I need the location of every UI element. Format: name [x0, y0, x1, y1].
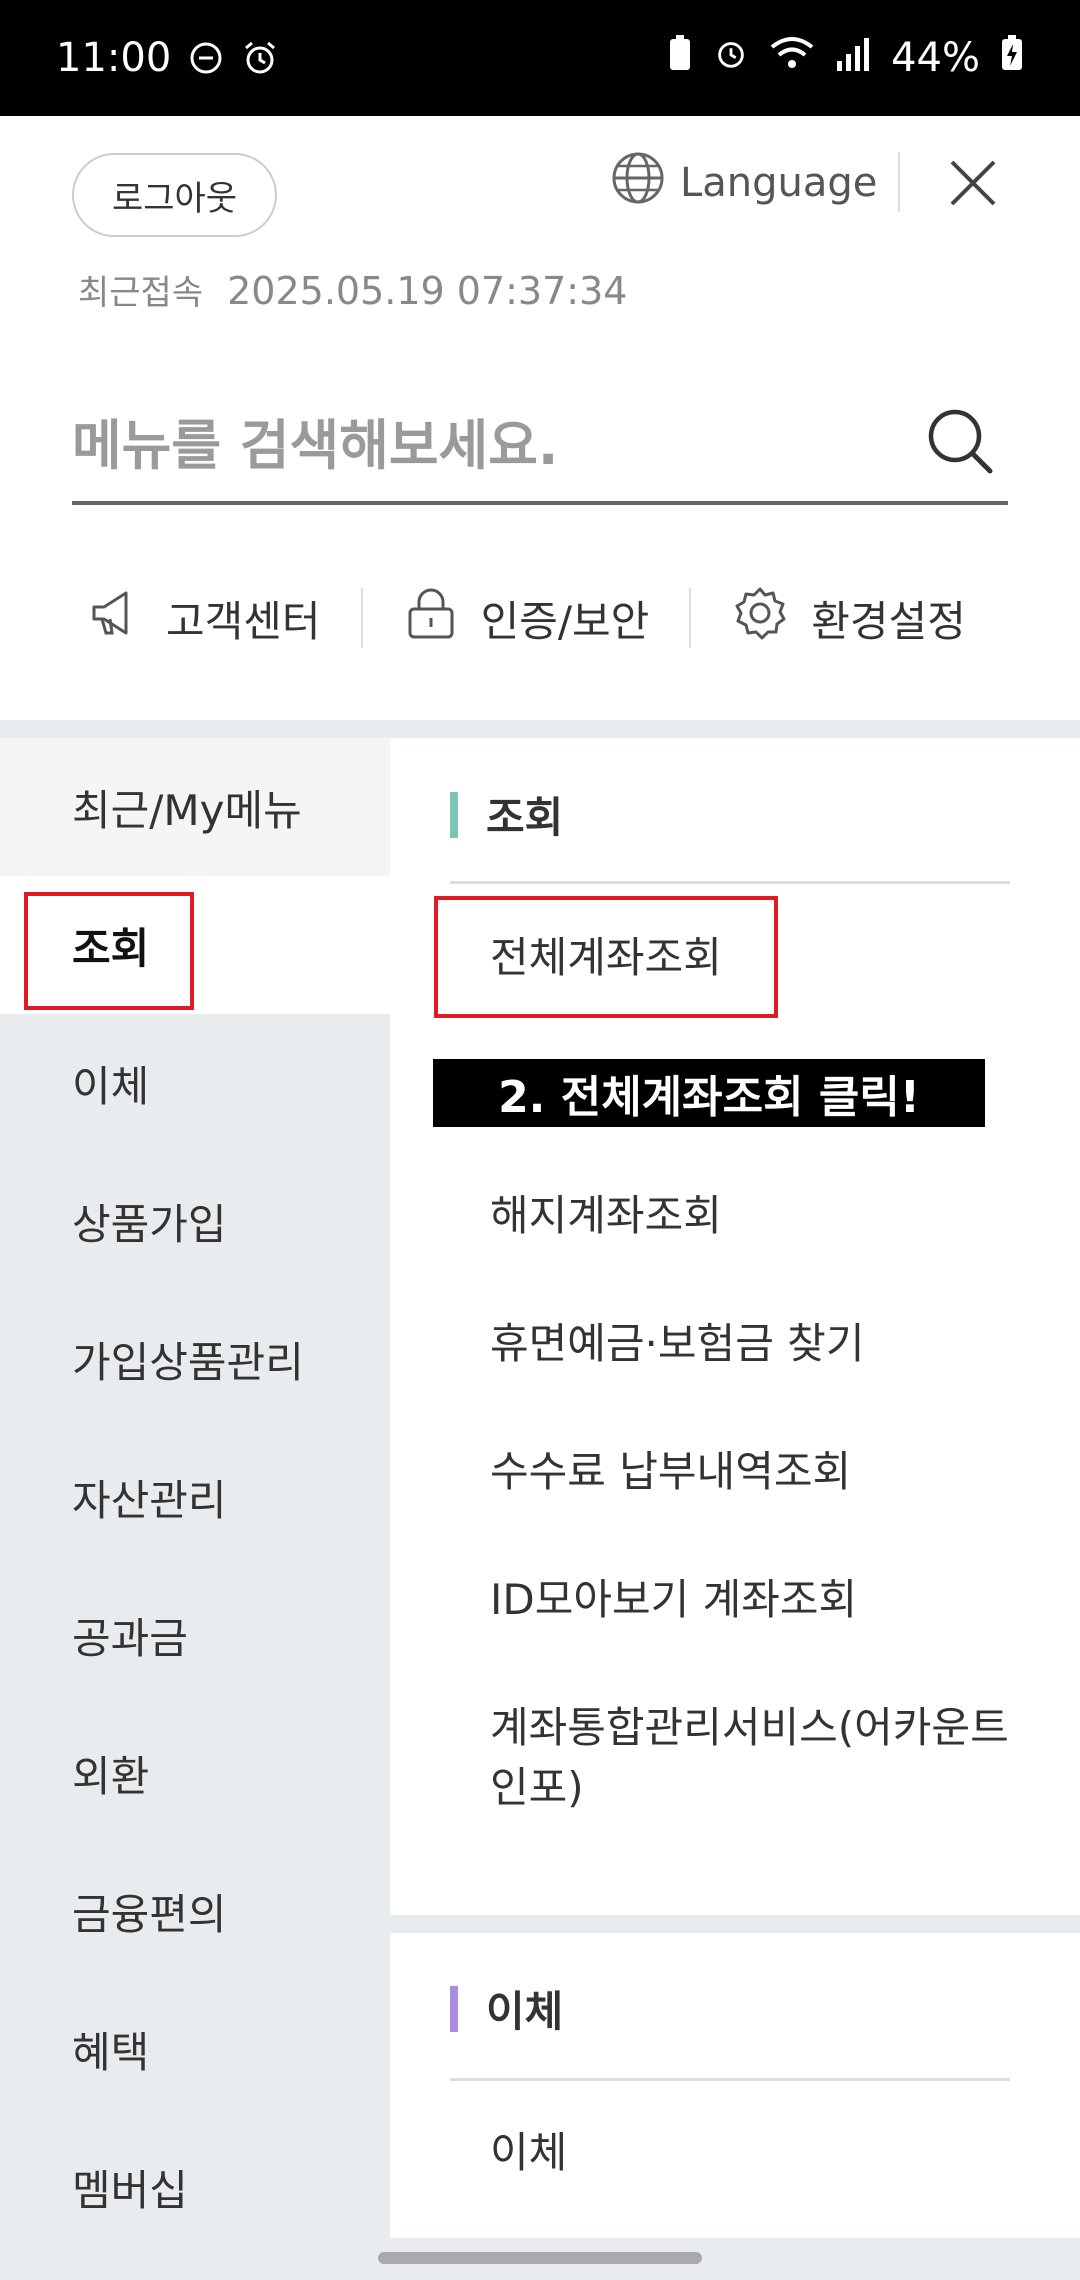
sidebar-item-foreign-exchange[interactable]: 외환 [0, 1704, 390, 1842]
header-divider [898, 152, 900, 212]
quick-divider [360, 588, 363, 648]
menu-search [72, 395, 1008, 505]
section-divider [0, 720, 1080, 738]
alarm-icon-2 [713, 35, 749, 81]
recent-login-label: 최근접속 [78, 273, 204, 313]
sidebar-item-product-management[interactable]: 가입상품관리 [0, 1290, 390, 1428]
close-button[interactable] [942, 152, 1004, 214]
status-time: 11:00 [56, 35, 172, 81]
settings-button[interactable]: 환경설정 [731, 584, 966, 652]
sidebar-item-recent-my[interactable]: 최근/My메뉴 [0, 738, 390, 876]
sidebar-item-benefits[interactable]: 혜택 [0, 1980, 390, 2118]
section-gap [390, 1915, 1080, 1933]
menu-item-fee-history[interactable]: 수수료 납부내역조회 [490, 1442, 1010, 1502]
sidebar-item-product-signup[interactable]: 상품가입 [0, 1152, 390, 1290]
close-icon [950, 160, 996, 206]
menu-item-id-accounts[interactable]: ID모아보기 계좌조회 [490, 1570, 1010, 1630]
gear-icon [731, 584, 789, 652]
menu-item-account-info[interactable]: 계좌통합관리서비스(어카운트인포) [490, 1698, 1010, 1818]
section-title-inquiry: 조회 [450, 784, 563, 845]
section-accent-bar [450, 791, 458, 838]
sidebar-item-asset-management[interactable]: 자산관리 [0, 1428, 390, 1566]
section-title-label: 이체 [486, 1987, 564, 2036]
search-icon [928, 409, 993, 474]
settings-label: 환경설정 [811, 596, 966, 646]
search-input[interactable] [72, 395, 922, 495]
quick-divider [689, 588, 692, 648]
section-divider-line [450, 881, 1010, 884]
battery-saver-icon [667, 34, 693, 82]
language-button[interactable]: Language [610, 152, 877, 214]
do-not-disturb-icon [189, 41, 223, 75]
wifi-icon [769, 35, 815, 81]
alarm-icon [241, 39, 279, 77]
section-title-label: 조회 [486, 793, 564, 842]
auth-security-label: 인증/보안 [480, 596, 650, 646]
tutorial-annotation: 2. 전체계좌조회 클릭! [433, 1059, 985, 1127]
recent-login-time: 2025.05.19 07:37:34 [227, 269, 628, 313]
section-divider-line [450, 2078, 1010, 2081]
menu-item-dormant-deposits[interactable]: 휴면예금·보험금 찾기 [490, 1314, 1010, 1374]
megaphone-icon [88, 585, 144, 651]
menu-item-closed-accounts[interactable]: 해지계좌조회 [490, 1186, 1010, 1246]
sidebar-item-financial-convenience[interactable]: 금융편의 [0, 1842, 390, 1980]
status-bar: 11:00 44% [0, 0, 1080, 116]
customer-center-label: 고객센터 [166, 596, 321, 646]
auth-security-button[interactable]: 인증/보안 [403, 585, 650, 651]
sidebar-item-transfer[interactable]: 이체 [0, 1014, 390, 1152]
recent-login: 최근접속 2025.05.19 07:37:34 [78, 265, 627, 314]
globe-icon [610, 150, 666, 216]
search-button[interactable] [922, 403, 998, 479]
sidebar-item-utility-bills[interactable]: 공과금 [0, 1566, 390, 1704]
lock-icon [403, 585, 459, 651]
logout-button[interactable]: 로그아웃 [72, 153, 277, 237]
sidebar-item-membership[interactable]: 멤버십 [0, 2118, 390, 2256]
customer-center-button[interactable]: 고객센터 [88, 585, 321, 651]
section-accent-bar [450, 1985, 458, 2032]
highlight-box-all-accounts [434, 896, 778, 1018]
highlight-box-inquiry [24, 892, 194, 1010]
signal-icon [835, 35, 871, 81]
section-title-transfer: 이체 [450, 1978, 563, 2039]
home-indicator[interactable] [378, 2252, 702, 2264]
quick-links: 고객센터 인증/보안 환경설정 [72, 578, 1008, 658]
battery-charging-icon [1000, 34, 1024, 82]
menu-item-transfer[interactable]: 이체 [490, 2123, 1010, 2183]
language-label: Language [680, 160, 878, 206]
battery-percent: 44% [891, 35, 980, 81]
